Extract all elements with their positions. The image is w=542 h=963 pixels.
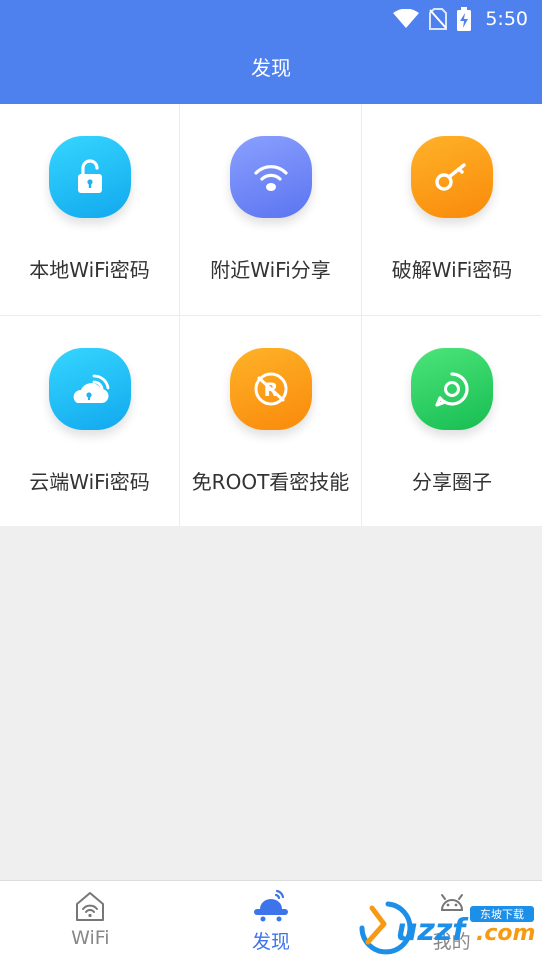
tab-discover[interactable]: 发现 (181, 881, 362, 963)
grid-item-label: 附近WiFi分享 (210, 258, 331, 282)
bottom-nav: WiFi 发现 我的 (0, 880, 542, 963)
grid-item-nearby-wifi-share[interactable]: 附近WiFi分享 (180, 104, 362, 316)
grid-item-cloud-wifi-password[interactable]: 云端WiFi密码 (0, 316, 180, 526)
discover-grid: 本地WiFi密码 附近WiFi分享 破解WiFi密码 云端WiFi密码 免ROO… (0, 104, 542, 526)
grid-item-label: 分享圈子 (412, 470, 492, 494)
grid-item-share-circle[interactable]: 分享圈子 (362, 316, 542, 526)
page-title: 发现 (251, 56, 291, 80)
no-root-icon: R (229, 348, 312, 430)
battery-charging-icon (457, 7, 472, 31)
grid-item-label: 破解WiFi密码 (391, 258, 513, 282)
chat-circle-icon (411, 348, 493, 430)
grid-item-label: 云端WiFi密码 (29, 470, 150, 494)
tab-label: 发现 (252, 931, 291, 953)
unlock-icon (48, 136, 131, 218)
wifi-icon (229, 136, 312, 218)
no-sim-icon (429, 8, 448, 30)
android-icon (435, 889, 469, 923)
tab-mine[interactable]: 我的 (361, 881, 542, 963)
house-wifi-icon (73, 889, 107, 923)
grid-item-label: 本地WiFi密码 (29, 258, 150, 282)
tab-label: 我的 (432, 931, 471, 953)
status-bar: 5:50 (0, 0, 542, 38)
grid-item-label: 免ROOT看密技能 (191, 470, 350, 494)
key-icon (411, 136, 493, 218)
app-header: 5:50 发现 (0, 0, 542, 104)
ufo-icon (251, 889, 291, 923)
status-time: 5:50 (485, 8, 528, 30)
grid-item-no-root-skill[interactable]: R 免ROOT看密技能 (180, 316, 362, 526)
grid-item-crack-wifi-password[interactable]: 破解WiFi密码 (362, 104, 542, 316)
tab-label: WiFi (71, 927, 110, 949)
cloud-wifi-icon (48, 348, 131, 430)
tab-wifi[interactable]: WiFi (0, 881, 181, 963)
wifi-signal-icon (393, 9, 420, 29)
grid-item-local-wifi-password[interactable]: 本地WiFi密码 (0, 104, 180, 316)
